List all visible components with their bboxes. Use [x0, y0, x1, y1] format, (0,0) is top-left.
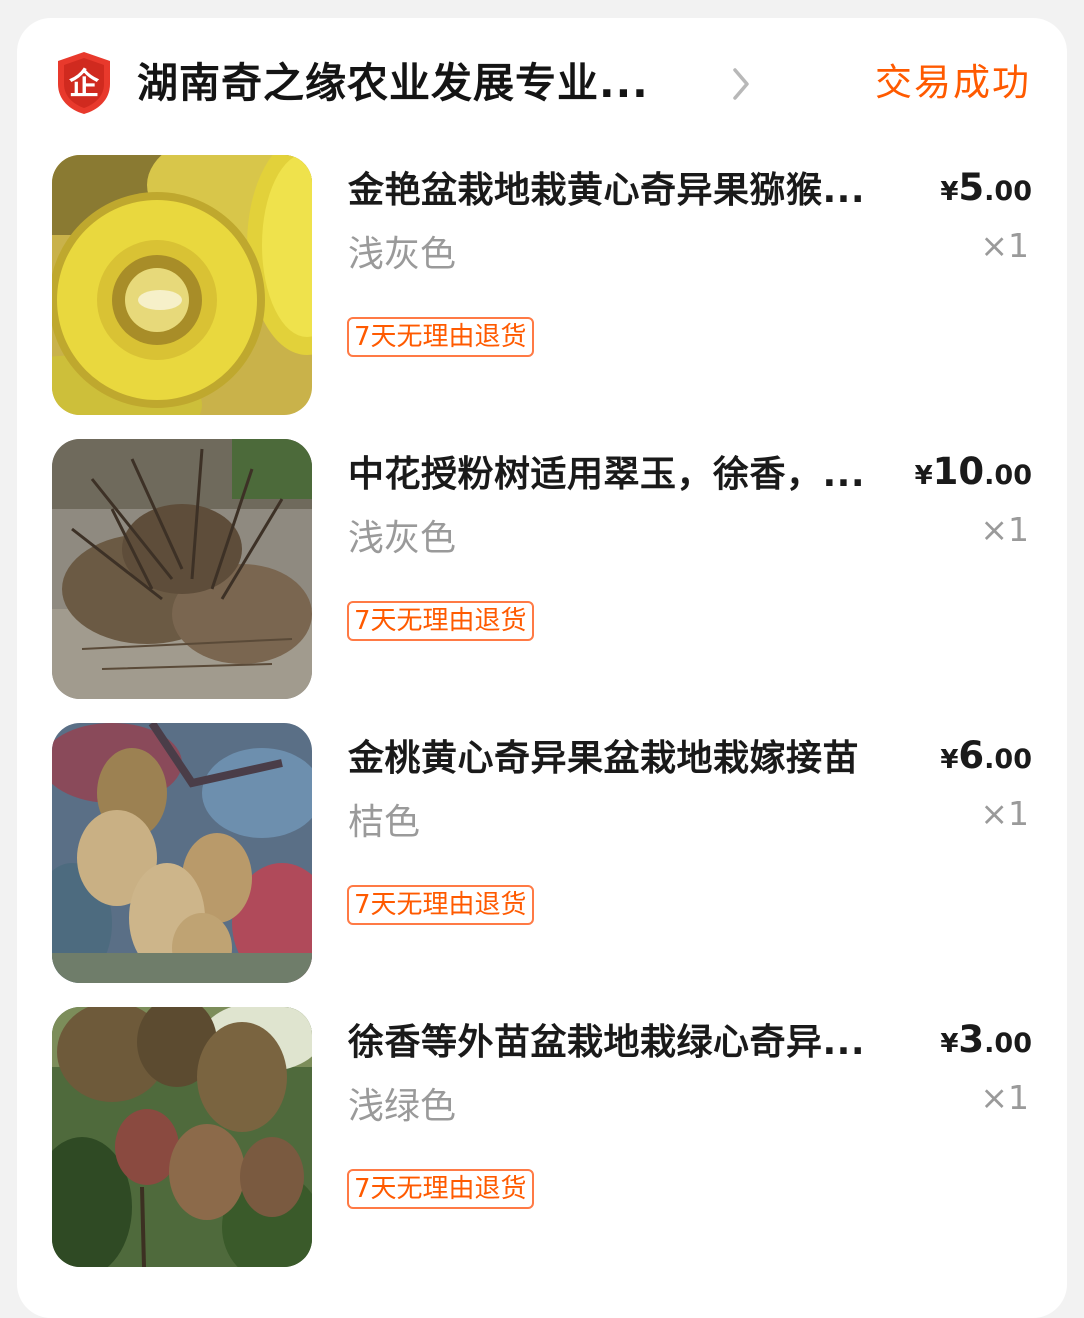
- currency-symbol: ¥: [940, 177, 959, 207]
- currency-symbol: ¥: [940, 745, 959, 775]
- order-item[interactable]: 金艳盆栽地栽黄心奇异果猕猴... 浅灰色 7天无理由退货 ¥5.00 ×1: [17, 155, 1067, 417]
- order-item[interactable]: 中花授粉树适用翠玉，徐香，... 浅灰色 7天无理由退货 ¥10.00 ×1: [17, 439, 1067, 701]
- svg-text:企: 企: [69, 67, 100, 102]
- kiwi-fruits-hanging-image[interactable]: [52, 1007, 312, 1267]
- item-quantity: ×1: [980, 1078, 1029, 1117]
- golden-kiwi-cut-image[interactable]: [52, 155, 312, 415]
- return-policy-badge: 7天无理由退货: [347, 317, 534, 357]
- order-item[interactable]: 金桃黄心奇异果盆栽地栽嫁接苗 桔色 7天无理由退货 ¥6.00 ×1: [17, 723, 1067, 985]
- item-sku: 浅绿色: [348, 1086, 457, 1127]
- price-decimal: .00: [984, 744, 1032, 775]
- shop-header[interactable]: 企 湖南奇之缘农业发展专业... 交易成功: [17, 18, 1067, 148]
- chevron-right-icon[interactable]: [725, 64, 755, 104]
- item-sku: 浅灰色: [348, 234, 457, 275]
- price-integer: 10: [932, 450, 985, 493]
- price-decimal: .00: [984, 1028, 1032, 1059]
- price-integer: 5: [958, 166, 985, 209]
- item-price: ¥6.00: [940, 731, 1032, 788]
- price-decimal: .00: [984, 460, 1032, 491]
- item-sku: 浅灰色: [348, 518, 457, 559]
- item-price: ¥10.00: [915, 447, 1032, 504]
- order-status: 交易成功: [875, 61, 1031, 104]
- bare-root-saplings-image[interactable]: [52, 439, 312, 699]
- item-title[interactable]: 中花授粉树适用翠玉，徐香，...: [348, 449, 918, 501]
- price-integer: 6: [958, 734, 985, 777]
- item-title[interactable]: 徐香等外苗盆栽地栽绿心奇异...: [348, 1017, 918, 1069]
- item-quantity: ×1: [980, 794, 1029, 833]
- item-price: ¥3.00: [940, 1015, 1032, 1072]
- item-title[interactable]: 金桃黄心奇异果盆栽地栽嫁接苗: [348, 733, 918, 785]
- currency-symbol: ¥: [940, 1029, 959, 1059]
- item-title[interactable]: 金艳盆栽地栽黄心奇异果猕猴...: [348, 165, 918, 217]
- order-card: 企 湖南奇之缘农业发展专业... 交易成功 金艳盆栽地栽黄心奇异果猕猴... 浅…: [17, 18, 1067, 1318]
- kiwi-cluster-on-vine-image[interactable]: [52, 723, 312, 983]
- currency-symbol: ¥: [914, 461, 933, 491]
- enterprise-shield-icon: 企: [55, 50, 113, 116]
- order-item[interactable]: 徐香等外苗盆栽地栽绿心奇异... 浅绿色 7天无理由退货 ¥3.00 ×1: [17, 1007, 1067, 1269]
- return-policy-badge: 7天无理由退货: [347, 601, 534, 641]
- item-sku: 桔色: [348, 802, 421, 843]
- return-policy-badge: 7天无理由退货: [347, 885, 534, 925]
- price-integer: 3: [958, 1018, 985, 1061]
- item-quantity: ×1: [980, 226, 1029, 265]
- item-price: ¥5.00: [940, 163, 1032, 220]
- item-quantity: ×1: [980, 510, 1029, 549]
- price-decimal: .00: [984, 176, 1032, 207]
- shop-name[interactable]: 湖南奇之缘农业发展专业...: [137, 54, 649, 112]
- return-policy-badge: 7天无理由退货: [347, 1169, 534, 1209]
